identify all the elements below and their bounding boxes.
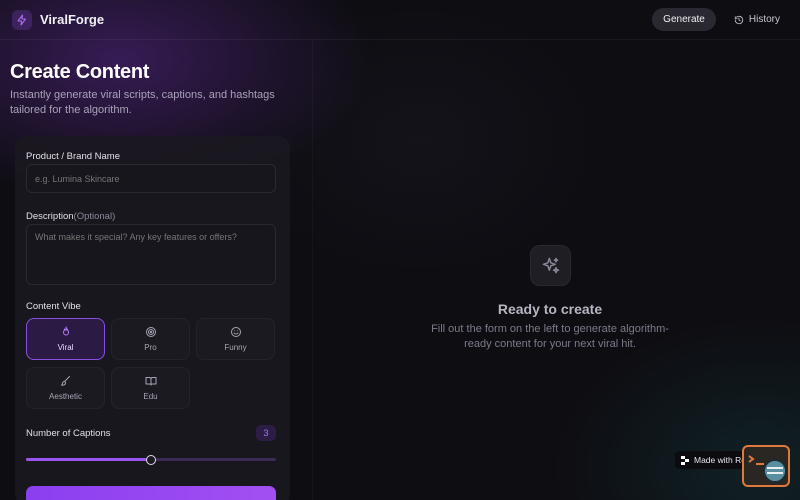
lightning-logo-icon[interactable] — [12, 9, 32, 30]
page-title: Create Content — [10, 61, 150, 83]
captions-slider-fill — [26, 458, 151, 461]
vibe-option-pro[interactable]: Pro — [111, 318, 190, 360]
app-name[interactable]: ViralForge — [40, 12, 104, 27]
captions-slider[interactable] — [26, 454, 276, 465]
smile-icon — [230, 327, 241, 337]
replit-logo-icon — [681, 455, 689, 465]
captions-count-label: Number of Captions — [26, 428, 111, 439]
empty-state-title: Ready to create — [497, 301, 603, 317]
description-textarea[interactable] — [26, 224, 276, 285]
description-label-text: Description — [26, 211, 74, 222]
vibe-label: Funny — [224, 343, 247, 352]
generate-content-button[interactable] — [26, 486, 276, 500]
target-icon — [145, 327, 156, 337]
vibe-label: Viral — [57, 343, 74, 352]
product-name-input[interactable] — [26, 164, 276, 193]
vibe-option-viral[interactable]: Viral — [26, 318, 105, 360]
vibe-label: Pro — [144, 343, 157, 352]
vibe-option-aesthetic[interactable]: Aesthetic — [26, 367, 105, 409]
flame-icon — [62, 326, 69, 336]
brush-icon — [60, 376, 70, 386]
history-icon — [734, 15, 743, 24]
vibe-option-funny[interactable]: Funny — [196, 318, 275, 360]
nav-links: Generate History — [652, 8, 788, 31]
vibe-option-edu[interactable]: Edu — [111, 367, 190, 409]
product-label: Product / Brand Name — [26, 151, 120, 162]
sparkles-icon — [530, 245, 571, 286]
page-subtitle: Instantly generate viral scripts, captio… — [10, 89, 275, 116]
nav-generate-button[interactable]: Generate — [652, 8, 716, 31]
vibe-label: Edu — [143, 392, 158, 401]
top-navbar: ViralForge Generate History — [0, 0, 800, 40]
nav-history-label: History — [748, 14, 780, 25]
content-vibe-label: Content Vibe — [26, 301, 81, 312]
empty-state-text: Fill out the form on the left to generat… — [431, 323, 669, 350]
book-icon — [145, 377, 156, 386]
captions-slider-thumb[interactable] — [146, 454, 156, 465]
replit-agent-icon[interactable] — [742, 445, 790, 487]
nav-history-link[interactable]: History — [726, 8, 788, 31]
captions-count-badge: 3 — [256, 425, 276, 441]
vibe-label: Aesthetic — [49, 392, 82, 401]
optional-hint: (Optional) — [73, 211, 116, 222]
description-label: Description(Optional) — [26, 211, 115, 222]
